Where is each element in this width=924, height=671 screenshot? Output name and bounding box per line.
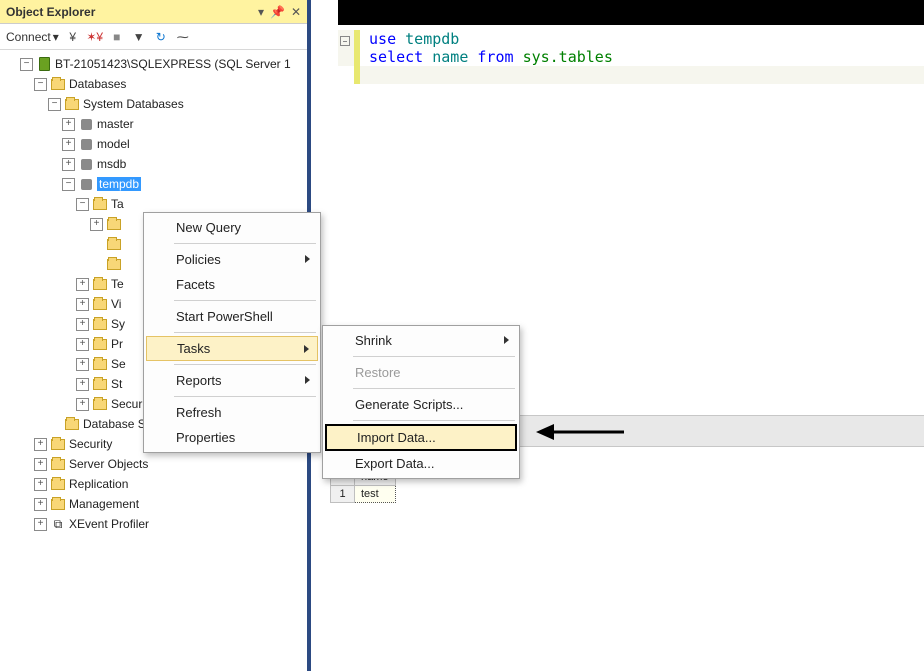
- server-node[interactable]: − BT-21051423\SQLEXPRESS (SQL Server 1: [6, 54, 307, 74]
- system-databases-node[interactable]: − System Databases: [6, 94, 307, 114]
- db-msdb[interactable]: +msdb: [6, 154, 307, 174]
- folder-icon: [64, 416, 80, 432]
- context-menu-database: New Query Policies Facets Start PowerShe…: [143, 212, 321, 453]
- object-explorer-toolbar: Connect▾ ¥ ✶¥ ■ ▼ ↻ ⁓: [0, 24, 307, 50]
- folder-icon: [92, 396, 108, 412]
- menu-new-query[interactable]: New Query: [146, 215, 318, 240]
- expand-icon[interactable]: +: [34, 518, 47, 531]
- folder-icon: [50, 436, 66, 452]
- databases-node[interactable]: − Databases: [6, 74, 307, 94]
- pin-icon[interactable]: 📌: [270, 5, 285, 19]
- folder-icon: [50, 476, 66, 492]
- management-node[interactable]: +Management: [6, 494, 307, 514]
- expand-icon[interactable]: +: [76, 398, 89, 411]
- database-icon: [78, 136, 94, 152]
- panel-title: Object Explorer: [6, 5, 252, 19]
- menu-properties[interactable]: Properties: [146, 425, 318, 450]
- menu-export-data[interactable]: Export Data...: [325, 451, 517, 476]
- menu-reports[interactable]: Reports: [146, 368, 318, 393]
- folder-icon: [92, 196, 108, 212]
- expand-icon[interactable]: +: [62, 118, 75, 131]
- expand-icon[interactable]: +: [76, 318, 89, 331]
- folder-icon: [106, 216, 122, 232]
- expand-icon[interactable]: +: [34, 478, 47, 491]
- annotation-arrow: [536, 420, 626, 444]
- activity-icon[interactable]: ⁓: [175, 30, 191, 44]
- disconnect-icon[interactable]: ¥: [65, 30, 81, 44]
- tab-bar: [338, 0, 924, 25]
- expand-icon[interactable]: +: [76, 358, 89, 371]
- folder-icon: [92, 276, 108, 292]
- menu-generate-scripts[interactable]: Generate Scripts...: [325, 392, 517, 417]
- database-icon: [78, 156, 94, 172]
- xevent-node[interactable]: +⧉XEvent Profiler: [6, 514, 307, 534]
- refresh-icon[interactable]: ↻: [153, 30, 169, 44]
- server-objects-node[interactable]: +Server Objects: [6, 454, 307, 474]
- code-fold-icon[interactable]: [340, 36, 350, 46]
- stop-icon[interactable]: ■: [109, 30, 125, 44]
- expand-icon[interactable]: +: [76, 278, 89, 291]
- expand-icon[interactable]: −: [48, 98, 61, 111]
- server-icon: [36, 56, 52, 72]
- filter-icon[interactable]: ▼: [131, 30, 147, 44]
- database-icon: [78, 176, 94, 192]
- expand-icon[interactable]: +: [62, 158, 75, 171]
- folder-icon: [50, 496, 66, 512]
- expand-icon[interactable]: +: [76, 338, 89, 351]
- folder-icon: [92, 336, 108, 352]
- menu-facets[interactable]: Facets: [146, 272, 318, 297]
- folder-icon: [92, 376, 108, 392]
- context-menu-tasks: Shrink Restore Generate Scripts... Impor…: [322, 325, 520, 479]
- connect-button[interactable]: Connect▾: [6, 30, 59, 44]
- menu-shrink[interactable]: Shrink: [325, 328, 517, 353]
- close-icon[interactable]: ✕: [291, 5, 301, 19]
- disconnect-all-icon[interactable]: ✶¥: [87, 30, 103, 44]
- folder-icon: [64, 96, 80, 112]
- folder-icon: [92, 316, 108, 332]
- database-icon: [78, 116, 94, 132]
- expand-icon[interactable]: −: [76, 198, 89, 211]
- expand-icon[interactable]: +: [34, 498, 47, 511]
- folder-icon: [50, 76, 66, 92]
- cell-value[interactable]: test: [355, 486, 396, 503]
- menu-policies[interactable]: Policies: [146, 247, 318, 272]
- row-number[interactable]: 1: [331, 486, 355, 503]
- menu-import-data[interactable]: Import Data...: [325, 424, 517, 451]
- folder-icon: [50, 456, 66, 472]
- tempdb-tables[interactable]: −Ta: [6, 194, 307, 214]
- sql-editor[interactable]: use tempdb select name from sys.tables: [338, 30, 924, 84]
- menu-powershell[interactable]: Start PowerShell: [146, 304, 318, 329]
- folder-icon: [106, 236, 122, 252]
- db-tempdb[interactable]: −tempdb: [6, 174, 307, 194]
- expand-icon[interactable]: −: [34, 78, 47, 91]
- xevent-icon: ⧉: [50, 516, 66, 532]
- menu-refresh[interactable]: Refresh: [146, 400, 318, 425]
- expand-icon[interactable]: +: [34, 458, 47, 471]
- expand-icon[interactable]: −: [20, 58, 33, 71]
- menu-restore: Restore: [325, 360, 517, 385]
- expand-icon[interactable]: +: [90, 218, 103, 231]
- expand-icon[interactable]: +: [76, 298, 89, 311]
- db-model[interactable]: +model: [6, 134, 307, 154]
- folder-icon: [92, 356, 108, 372]
- folder-icon: [92, 296, 108, 312]
- menu-tasks[interactable]: Tasks: [146, 336, 318, 361]
- db-master[interactable]: +master: [6, 114, 307, 134]
- replication-node[interactable]: +Replication: [6, 474, 307, 494]
- window-position-icon[interactable]: ▾: [258, 5, 264, 19]
- expand-icon[interactable]: +: [62, 138, 75, 151]
- expand-icon[interactable]: −: [62, 178, 75, 191]
- expand-icon[interactable]: +: [76, 378, 89, 391]
- folder-icon: [106, 256, 122, 272]
- panel-header: Object Explorer ▾ 📌 ✕: [0, 0, 307, 24]
- expand-icon[interactable]: +: [34, 438, 47, 451]
